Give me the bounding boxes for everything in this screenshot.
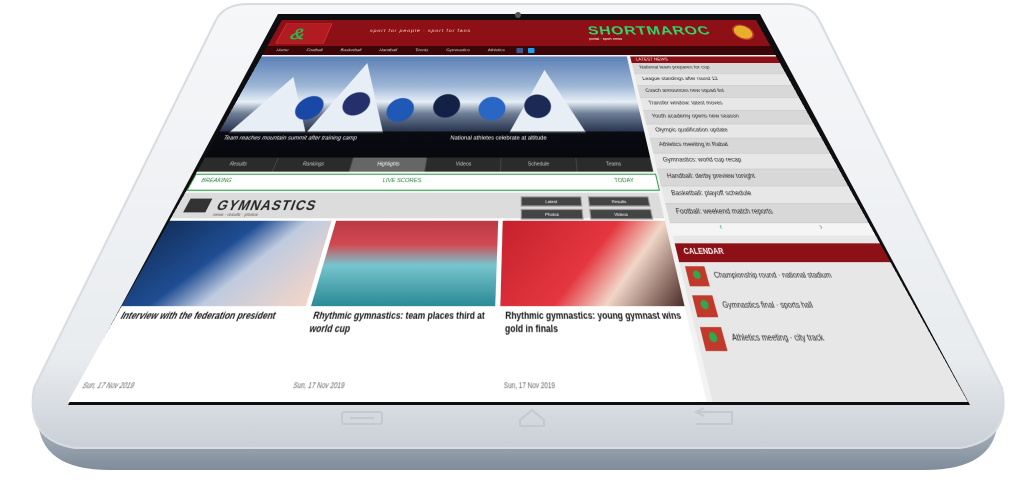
nav-item[interactable]: Tennis — [408, 49, 435, 53]
article-date: Sun, 17 Nov 2019 — [503, 380, 556, 391]
article-date: Sun, 17 Nov 2019 — [292, 380, 346, 391]
ticker-text: LIVE SCORES — [381, 177, 422, 185]
hero-slider[interactable]: Team reaches mountain summit after train… — [197, 56, 654, 172]
sidebar-list: National team prepares for cup League st… — [631, 63, 869, 224]
hero-caption: Team reaches mountain summit after train… — [204, 131, 651, 158]
ticker-date: TODAY — [613, 177, 635, 185]
site-brand-sub: portal · sport news — [588, 37, 623, 42]
sidebar-item[interactable]: Youth academy opens new season — [643, 110, 814, 125]
calendar-item[interactable]: Championship round · national stadium — [679, 262, 906, 291]
section-buttons: Latest Results Photos Videos — [520, 196, 654, 220]
calendar-item[interactable]: Athletics meeting · city track — [693, 322, 942, 356]
sidebar-item[interactable]: Basketball: playoff schedule — [661, 186, 859, 205]
calendar-item-label: Athletics meeting · city track — [730, 333, 826, 345]
section-button[interactable]: Photos — [520, 208, 584, 220]
sidebar-item[interactable]: Transfer window: latest moves — [640, 98, 807, 111]
sidebar-item[interactable]: National team prepares for cup — [631, 63, 787, 75]
hero-tabs: Results Rankings Highlights Videos Sched… — [197, 157, 654, 172]
nav-item[interactable]: Athletics — [481, 49, 511, 53]
article-photo — [311, 220, 499, 307]
nav-item[interactable]: Football — [299, 49, 330, 53]
article-cards: Interview with the federation president … — [67, 220, 707, 402]
calendar-item[interactable]: Gymnastics final · sports hall — [686, 291, 924, 322]
sidebar-item[interactable]: Handball: derby preview tonight — [657, 169, 849, 187]
hero-tab[interactable]: Results — [197, 157, 280, 172]
hero-tab[interactable]: Rankings — [273, 157, 354, 172]
section-button[interactable]: Latest — [520, 196, 583, 207]
hero-tab[interactable]: Videos — [425, 157, 502, 172]
sidebar-item[interactable]: Athletics meeting in Rabat — [649, 138, 831, 154]
twitter-icon[interactable] — [527, 47, 535, 54]
next-arrow-icon[interactable]: › — [818, 223, 827, 235]
article-photo — [500, 220, 685, 307]
nav-item[interactable]: Gymnastics — [439, 49, 476, 53]
flag-icon — [684, 266, 710, 287]
prev-arrow-icon[interactable]: ‹ — [718, 223, 725, 235]
ticker-label: BREAKING — [199, 177, 233, 185]
section-button[interactable]: Results — [587, 196, 651, 207]
site-tagline: sport for people · sport for fans — [369, 29, 472, 34]
sidebar-item[interactable]: League standings after round 12 — [634, 74, 793, 86]
article-title[interactable]: Interview with the federation president — [109, 306, 306, 329]
section-button[interactable]: Videos — [589, 208, 654, 220]
screen-projection: & sport for people · sport for fans SHOR… — [0, 0, 1033, 480]
sidebar-header: LATEST NEWS — [630, 56, 780, 64]
hero-tab-active[interactable]: Highlights — [349, 157, 428, 172]
article-photo — [121, 220, 332, 307]
sidebar-item[interactable]: Olympic qualification update — [646, 124, 822, 139]
section-logo-icon — [183, 198, 213, 213]
site-header: & sport for people · sport for fans SHOR… — [267, 20, 771, 47]
article-title[interactable]: Rhythmic gymnastics: young gymnast wins … — [499, 306, 693, 342]
hero-photo — [266, 91, 587, 134]
news-ticker[interactable]: BREAKING LIVE SCORES TODAY — [186, 173, 661, 191]
section-subtitle: news · results · photos — [211, 211, 260, 218]
article-title[interactable]: Rhythmic gymnastics: team places third a… — [300, 306, 495, 342]
hero-caption-left[interactable]: Team reaches mountain summit after train… — [221, 135, 410, 142]
site-logo[interactable]: & — [275, 23, 333, 44]
flag-icon — [699, 327, 728, 352]
sidebar-item[interactable]: Coach announces new squad list — [637, 85, 800, 99]
product-photo: & sport for people · sport for fans SHOR… — [0, 0, 1033, 480]
calendar-item-label: Gymnastics final · sports hall — [721, 301, 815, 311]
hero-tab[interactable]: Schedule — [501, 157, 578, 172]
sidebar-item[interactable]: Gymnastics: world cup recap — [653, 153, 840, 170]
hero-tab[interactable]: Teams — [575, 157, 654, 172]
nav-item[interactable]: Handball — [372, 49, 404, 53]
nav-item[interactable]: Basketball — [333, 49, 368, 53]
emblem-icon — [729, 24, 758, 40]
sidebar-pager: ‹ › — [669, 223, 876, 236]
gymnastics-section: GYMNASTICS news · results · photos Lates… — [67, 192, 707, 402]
nav-item[interactable]: Home — [269, 49, 296, 53]
section-header: GYMNASTICS news · results · photos Lates… — [170, 192, 665, 220]
website-screen: & sport for people · sport for fans SHOR… — [67, 20, 968, 402]
calendar-header: CALENDAR — [674, 243, 891, 263]
sidebar-item[interactable]: Football: weekend match reports — [665, 204, 869, 224]
calendar-item-label: Championship round · national stadium — [713, 271, 834, 281]
main-nav: Home Football Basketball Handball Tennis… — [262, 46, 781, 56]
site-brand[interactable]: SHORTMAROC — [587, 25, 713, 39]
article-date: Sun, 17 Nov 2019 — [80, 380, 137, 391]
hero-caption-right[interactable]: National athletes celebrate at altitude — [450, 135, 637, 142]
facebook-icon[interactable] — [516, 47, 523, 54]
flag-icon — [692, 295, 719, 318]
